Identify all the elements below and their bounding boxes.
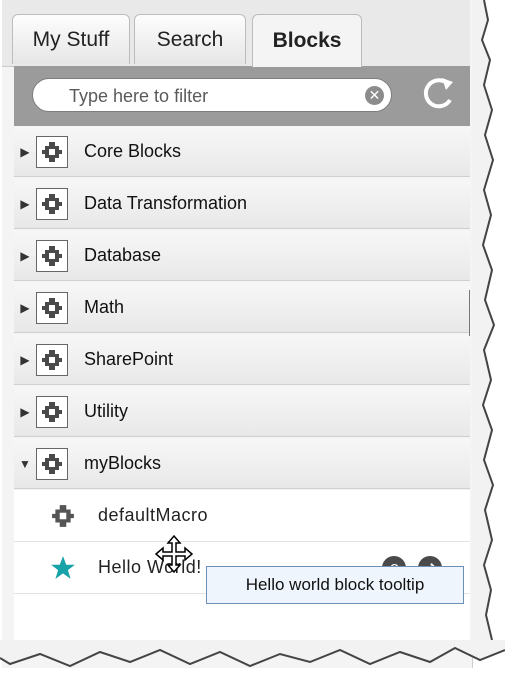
tab-search[interactable]: Search	[134, 14, 246, 64]
expand-arrow-icon[interactable]: ▶	[14, 353, 36, 367]
category-label: Database	[84, 245, 162, 265]
tab-my-stuff[interactable]: My Stuff	[12, 14, 130, 64]
category-core-blocks[interactable]: ▶ Core Blocks	[14, 127, 470, 177]
puzzle-gear-icon	[36, 135, 68, 168]
category-label: Utility	[84, 401, 128, 421]
category-label: SharePoint	[84, 349, 174, 369]
block-item-defaultmacro[interactable]: defaultMacro	[14, 490, 470, 542]
category-label: Math	[84, 297, 125, 317]
filter-input[interactable]	[67, 83, 341, 109]
move-cursor-icon	[154, 534, 194, 574]
category-label: Core Blocks	[84, 141, 182, 161]
refresh-icon[interactable]	[422, 74, 456, 114]
puzzle-gear-icon	[36, 291, 68, 324]
category-database[interactable]: ▶ Database	[14, 231, 470, 281]
category-label: Data Transformation	[84, 193, 248, 213]
torn-edge-decoration	[472, 0, 496, 641]
tab-bar: My Stuff Search Blocks	[2, 0, 470, 67]
star-icon	[48, 555, 78, 581]
category-myblocks[interactable]: ▼ myBlocks	[14, 439, 470, 489]
puzzle-gear-icon	[36, 343, 68, 376]
block-item-label: defaultMacro	[98, 505, 209, 525]
expand-arrow-icon[interactable]: ▶	[14, 145, 36, 159]
gear-icon	[48, 504, 78, 528]
filter-bar: ✕	[14, 66, 470, 126]
torn-bottom-decoration	[0, 640, 505, 668]
expand-arrow-icon[interactable]: ▶	[14, 249, 36, 263]
tab-blocks[interactable]: Blocks	[252, 14, 362, 67]
collapse-arrow-icon[interactable]: ▼	[14, 457, 36, 471]
expand-arrow-icon[interactable]: ▶	[14, 301, 36, 315]
puzzle-gear-icon	[36, 187, 68, 220]
category-math[interactable]: ▶ Math	[14, 283, 470, 333]
category-sharepoint[interactable]: ▶ SharePoint	[14, 335, 470, 385]
clear-filter-icon[interactable]: ✕	[365, 86, 384, 105]
puzzle-gear-icon	[36, 447, 68, 480]
filter-field[interactable]: ✕	[32, 78, 392, 112]
puzzle-gear-icon	[36, 239, 68, 272]
puzzle-gear-icon	[36, 395, 68, 428]
category-label: myBlocks	[84, 453, 162, 473]
block-tooltip: Hello world block tooltip	[206, 566, 464, 604]
category-data-transformation[interactable]: ▶ Data Transformation	[14, 179, 470, 229]
expand-arrow-icon[interactable]: ▶	[14, 197, 36, 211]
category-utility[interactable]: ▶ Utility	[14, 387, 470, 437]
expand-arrow-icon[interactable]: ▶	[14, 405, 36, 419]
